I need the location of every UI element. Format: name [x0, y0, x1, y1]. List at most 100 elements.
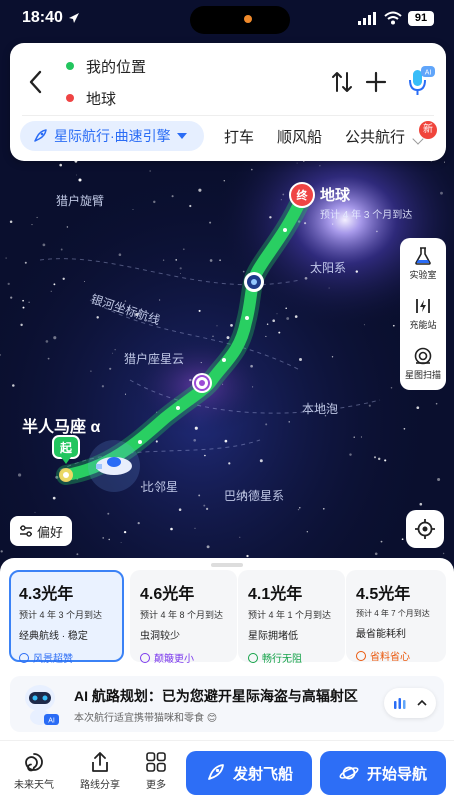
share-route-button[interactable]: 路线分享 — [74, 751, 126, 791]
swap-icon[interactable] — [330, 69, 354, 95]
star — [155, 440, 158, 443]
star — [194, 527, 196, 529]
flask-icon — [415, 247, 431, 265]
star — [20, 323, 23, 327]
route-option-3[interactable]: 4.1光年 预计 4 年 1 个月到达 星际拥堵低 畅行无阻 — [238, 570, 345, 665]
star — [162, 259, 165, 261]
star — [230, 324, 233, 327]
star — [272, 319, 276, 323]
tab-taxi[interactable]: 打车 — [224, 126, 254, 147]
star — [332, 223, 334, 225]
spaceship-icon — [88, 440, 140, 492]
star — [242, 270, 245, 273]
back-icon[interactable] — [26, 69, 46, 95]
star — [266, 323, 269, 326]
star — [189, 204, 192, 208]
star — [286, 317, 290, 320]
star — [206, 507, 209, 510]
star — [285, 307, 287, 309]
star — [306, 531, 308, 533]
star — [443, 161, 446, 163]
route-tag-label: 省料省心 — [370, 652, 410, 663]
card-divider — [22, 115, 434, 116]
star — [59, 163, 62, 167]
star — [47, 357, 50, 360]
ai-title: AI 航路规划：已为您避开星际海盗与高辐射区 — [74, 688, 358, 704]
status-bar: 18:40 91 — [0, 0, 454, 40]
route-distance: 4.5光年 — [356, 586, 411, 603]
more-grid-icon — [146, 752, 166, 772]
star — [269, 216, 272, 219]
origin-row[interactable]: 我的位置 — [66, 55, 146, 77]
star — [322, 507, 325, 510]
add-waypoint-icon[interactable] — [364, 69, 388, 95]
tab-ride-share[interactable]: 顺风船 — [277, 126, 322, 147]
star — [12, 384, 15, 387]
destination-dot — [66, 94, 74, 102]
star — [109, 367, 112, 370]
status-time: 18:40 — [22, 9, 63, 26]
charge-station-button[interactable]: 充能站 — [400, 290, 446, 338]
more-label: 更多 — [146, 780, 166, 791]
fuel-saving-icon — [356, 650, 366, 661]
ai-voice-icon[interactable]: AI — [404, 65, 436, 97]
star — [22, 299, 24, 302]
ai-route-panel[interactable]: AI AI 航路规划：已为您避开星际海盗与高辐射区 本次航行适宜携带猫咪和零食 … — [10, 676, 444, 732]
star — [380, 540, 383, 543]
share-route-label: 路线分享 — [80, 780, 120, 791]
star — [76, 174, 78, 176]
route-description: 星际拥堵低 — [248, 631, 298, 642]
star — [170, 527, 173, 531]
star — [368, 404, 371, 407]
ai-badge-text: AI — [425, 70, 432, 77]
travel-mode-selector[interactable]: 星际航行·曲速引擎 — [20, 121, 204, 151]
launch-ship-button[interactable]: 发射飞船 — [186, 751, 312, 795]
dynamic-island — [190, 6, 290, 34]
route-tag: 颠簸更小 — [140, 650, 237, 665]
star — [175, 259, 177, 261]
star — [392, 324, 395, 327]
destination-row[interactable]: 地球 — [66, 87, 116, 109]
star — [194, 426, 198, 430]
destination-text: 地球 — [86, 90, 117, 108]
route-distance: 4.6光年 — [140, 586, 195, 603]
start-marker-text: 起 — [59, 441, 72, 455]
share-icon — [92, 752, 108, 772]
star — [374, 552, 378, 556]
tab-public-transit[interactable]: 公共航行 — [345, 126, 405, 147]
weather-swirl-icon — [25, 753, 43, 772]
star — [179, 267, 182, 270]
location-arrow-icon — [69, 13, 79, 23]
preference-button[interactable]: 偏好 — [10, 516, 72, 546]
star — [376, 230, 378, 233]
star — [206, 545, 210, 549]
star — [153, 200, 156, 204]
route-tag: 畅行无阻 — [248, 650, 345, 665]
star — [252, 386, 254, 388]
locate-icon — [415, 519, 435, 539]
future-weather-button[interactable]: 未来天气 — [8, 751, 60, 791]
route-tag-label: 风景超赞 — [33, 654, 73, 665]
island-indicator — [244, 15, 252, 23]
star — [353, 436, 355, 438]
locate-button[interactable] — [406, 510, 444, 548]
route-tag: 省料省心 — [356, 648, 446, 663]
chevron-up-icon — [417, 699, 427, 706]
star — [297, 508, 300, 511]
more-button[interactable]: 更多 — [130, 751, 182, 791]
route-option-1[interactable]: 4.3光年 预计 4 年 3 个月到达 经典航线 · 稳定 风景超赞 — [9, 570, 124, 665]
charge-station-label: 充能站 — [409, 320, 437, 330]
route-option-2[interactable]: 4.6光年 预计 4 年 8 个月到达 虫洞较少 颠簸更小 — [130, 570, 237, 665]
star-scan-button[interactable]: 星图扫描 — [400, 340, 446, 388]
star — [216, 325, 218, 327]
start-navigation-button[interactable]: 开始导航 — [320, 751, 446, 795]
star — [299, 358, 302, 361]
star — [219, 259, 221, 262]
ai-voice-toggle[interactable] — [384, 688, 436, 718]
star — [228, 462, 231, 465]
sheet-handle[interactable] — [211, 563, 243, 567]
lab-button[interactable]: 实验室 — [400, 240, 446, 288]
preference-label: 偏好 — [36, 524, 63, 540]
route-option-4[interactable]: 4.5光年 预计 4 年 7 个月到达 最省能耗利 省料省心 — [346, 570, 446, 663]
star — [198, 494, 201, 497]
